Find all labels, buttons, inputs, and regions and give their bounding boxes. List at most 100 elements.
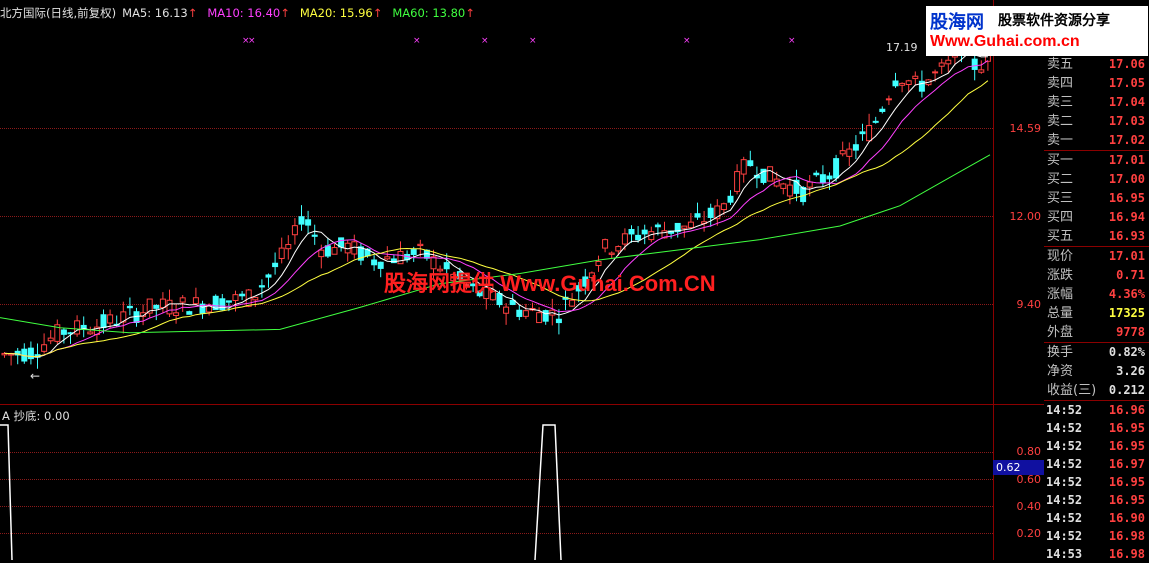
candle-body: [384, 256, 391, 260]
stat-row: 净资 3.26: [1044, 362, 1149, 381]
chart-title-bar: 北方国际(日线,前复权) MA5: 16.13↑ MA10: 16.40↑ MA20:…: [0, 5, 481, 21]
axis-tick: 12.00: [1009, 210, 1042, 223]
signal-line: [534, 424, 562, 560]
candle-body: [522, 310, 529, 317]
candle-body: [694, 213, 701, 218]
quote-stats-2: 换手 0.82% 净资 3.26 收益(三) 0.212: [1044, 343, 1149, 400]
candle-body: [621, 233, 628, 245]
candle-body: [687, 221, 694, 229]
buy-row-label: 买一: [1047, 153, 1074, 168]
candle-body: [912, 75, 919, 80]
tick-price: 16.95: [1108, 475, 1145, 489]
axis-tick: 9.40: [1016, 298, 1042, 311]
tick-time: 14:53: [1046, 547, 1083, 561]
stat-row-label: 涨幅: [1047, 287, 1074, 302]
stat-row-value: 0.71: [1116, 268, 1145, 282]
tick-row: 14:53 16.98: [1044, 545, 1149, 563]
tick-price: 16.97: [1108, 457, 1145, 471]
stat-row-label: 收益(三): [1047, 383, 1097, 398]
tick-time: 14:52: [1046, 493, 1083, 507]
stat-row-label: 现价: [1047, 249, 1074, 264]
up-arrow-icon: ↑: [465, 6, 475, 20]
tick-time: 14:52: [1046, 529, 1083, 543]
candle-body: [740, 159, 747, 175]
tick-row: 14:52 16.97: [1044, 455, 1149, 473]
buy-row-label: 买三: [1047, 191, 1074, 206]
tick-price: 16.95: [1108, 421, 1145, 435]
up-arrow-icon: ↑: [187, 6, 198, 20]
buy-row-value: 17.01: [1108, 153, 1145, 167]
candle-body: [126, 305, 133, 309]
tick-time: 14:52: [1046, 457, 1083, 471]
logo-brand: 股海网: [930, 12, 984, 33]
candle-body: [305, 219, 312, 226]
candle-body: [595, 260, 602, 267]
candle-body: [324, 245, 331, 257]
indicator-svg: [0, 424, 562, 560]
stat-row: 现价 17.01: [1044, 247, 1149, 266]
stat-row-label: 涨跌: [1047, 268, 1074, 283]
candle-body: [410, 249, 417, 255]
ma20-label: MA20: 15.96: [299, 6, 373, 20]
candle-body: [219, 298, 226, 311]
signal-marker-icon: ×: [529, 36, 537, 46]
buy-row: 买三 16.95: [1044, 189, 1149, 208]
candle-body: [536, 312, 543, 324]
candle-body: [417, 243, 424, 247]
buy-orders: 买一 17.01 买二 17.00 买三 16.95 买四 16.94 买五 16.93: [1044, 151, 1149, 246]
candle-body: [232, 294, 239, 302]
watermark-text: 股海网提供 Www.Guhai.Com.CN: [384, 271, 716, 296]
signal-marker-icon: ×: [481, 36, 489, 46]
candle-body: [806, 181, 813, 188]
ma-line: [4, 80, 989, 358]
tick-row: 14:52 16.95: [1044, 437, 1149, 455]
buy-row: 买五 16.93: [1044, 227, 1149, 246]
candle-body: [800, 187, 807, 203]
candle-body: [747, 160, 754, 167]
ma5-label: MA5: 16.13: [122, 6, 188, 20]
kline-svg: ×× × × × × ×: [0, 33, 991, 369]
candle-body: [153, 304, 160, 309]
sell-row-label: 卖四: [1047, 76, 1074, 91]
ma10-label: MA10: 16.40: [207, 6, 281, 20]
stat-row-value: 0.212: [1108, 383, 1145, 397]
candle-body: [331, 247, 338, 255]
low-price-marker: ←: [30, 369, 41, 383]
up-arrow-icon: ↑: [372, 6, 383, 20]
candle-body: [846, 148, 853, 157]
candle-body: [734, 171, 741, 192]
candle-body: [767, 166, 774, 182]
candle-body: [285, 244, 292, 250]
candle-body: [859, 131, 866, 135]
candle-body: [179, 297, 186, 303]
candle-body: [720, 203, 727, 211]
ma60-label: MA60: 13.80: [392, 6, 466, 20]
tick-price: 16.98: [1108, 529, 1145, 543]
tick-list[interactable]: 14:52 16.96 14:52 16.95 14:52 16.95 14:52 16.97…: [1044, 401, 1149, 563]
buy-row-value: 16.95: [1108, 191, 1145, 205]
candle-body: [192, 297, 199, 305]
sell-row-value: 17.03: [1108, 114, 1145, 128]
logo-slogan: 股票软件资源分享: [998, 13, 1110, 29]
stat-row-value: 17325: [1108, 306, 1145, 320]
candle-body: [971, 58, 978, 70]
candle-body: [100, 314, 107, 329]
candle-body: [707, 207, 714, 218]
tick-row: 14:52 16.95: [1044, 491, 1149, 509]
sell-row: 卖四 17.05: [1044, 74, 1149, 93]
candle-body: [252, 296, 259, 301]
axis-tick: 0.80: [1016, 445, 1042, 458]
stat-row-value: 3.26: [1116, 364, 1145, 378]
buy-row-label: 买五: [1047, 229, 1074, 244]
signal-line: [0, 424, 13, 560]
sell-row-value: 17.06: [1108, 57, 1145, 71]
candle-body: [41, 344, 48, 352]
candle-body: [945, 59, 952, 65]
candle-body: [938, 62, 945, 67]
candlestick-chart[interactable]: × × × × × × × 北方国际(日线,前复权) MA5: 16.13↑ MA10: 16.…: [0, 0, 993, 405]
quote-stats: 现价 17.01 涨跌 0.71 涨幅 4.36% 总量 17325 外盘 9778: [1044, 247, 1149, 342]
candle-body: [311, 234, 318, 237]
sell-row-label: 卖二: [1047, 114, 1074, 129]
indicator-panel[interactable]: A 抄底: 0.00: [0, 405, 993, 560]
price-axis: 14.59 12.00 9.40 0.80 0.60 0.40 0.20: [993, 0, 1045, 560]
